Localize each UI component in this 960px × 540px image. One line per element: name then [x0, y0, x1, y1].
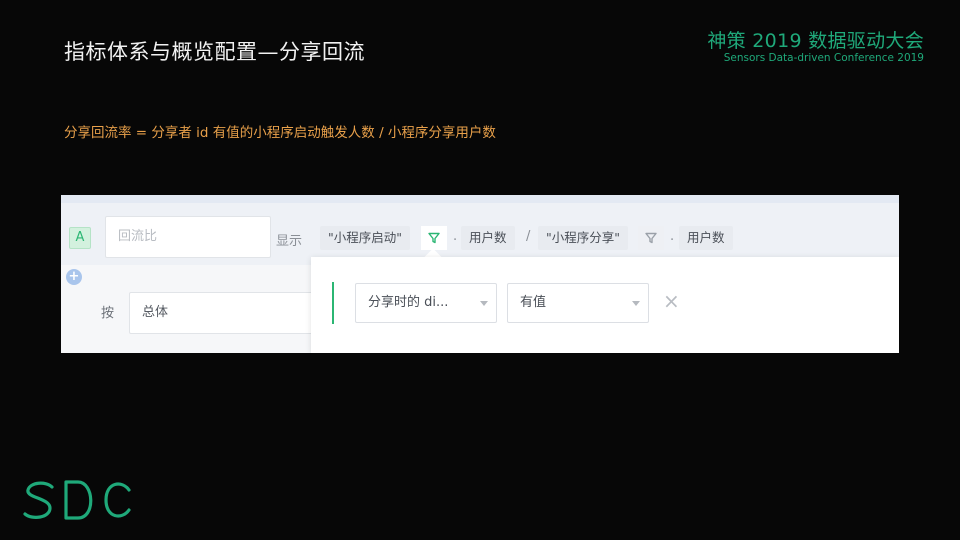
event-select-launch[interactable]: "小程序启动" [320, 226, 410, 250]
metric-badge: A [69, 227, 91, 249]
dropdown-caret-icon [632, 301, 640, 306]
measure-dot-2: . [670, 229, 675, 244]
group-by-select[interactable]: 总体 [129, 292, 319, 334]
show-label: 显示 [276, 234, 303, 249]
event-select-share[interactable]: "小程序分享" [538, 226, 628, 250]
filter-condition-select[interactable]: 有值 [507, 283, 649, 323]
measure-dot-1: . [453, 229, 458, 244]
filter-icon [645, 232, 657, 244]
top-bar [61, 195, 899, 203]
group-by-label: 按 [101, 306, 115, 321]
divide-operator: / [526, 229, 531, 244]
add-icon[interactable]: + [66, 269, 82, 285]
conference-title-cn: 神策 2019 数据驱动大会 [707, 30, 924, 52]
filter-property-value: 分享时的 di... [368, 295, 449, 310]
measure-select-1[interactable]: 用户数 [461, 226, 515, 250]
conference-title-en: Sensors Data-driven Conference 2019 [723, 52, 924, 64]
metric-config-screenshot: A 回流比 显示 "小程序启动" . 用户数 / "小程序分享" . 用户数 +… [61, 195, 899, 353]
sdc-logo [23, 480, 131, 520]
filter-panel: 分享时的 di... 有值 × [311, 257, 899, 353]
filter-icon [428, 232, 440, 244]
event-filter-button[interactable] [638, 226, 664, 250]
measure-select-2[interactable]: 用户数 [679, 226, 733, 250]
filter-indicator-bar [332, 282, 334, 324]
dropdown-caret-icon [480, 301, 488, 306]
close-icon[interactable]: × [663, 289, 680, 313]
filter-property-select[interactable]: 分享时的 di... [355, 283, 497, 323]
event-filter-button-active[interactable] [421, 226, 447, 250]
metric-name-input[interactable]: 回流比 [105, 216, 271, 258]
formula-text: 分享回流率 = 分享者 id 有值的小程序启动触发人数 / 小程序分享用户数 [64, 125, 496, 141]
filter-condition-value: 有值 [520, 295, 547, 310]
slide-title: 指标体系与概览配置—分享回流 [64, 40, 365, 64]
